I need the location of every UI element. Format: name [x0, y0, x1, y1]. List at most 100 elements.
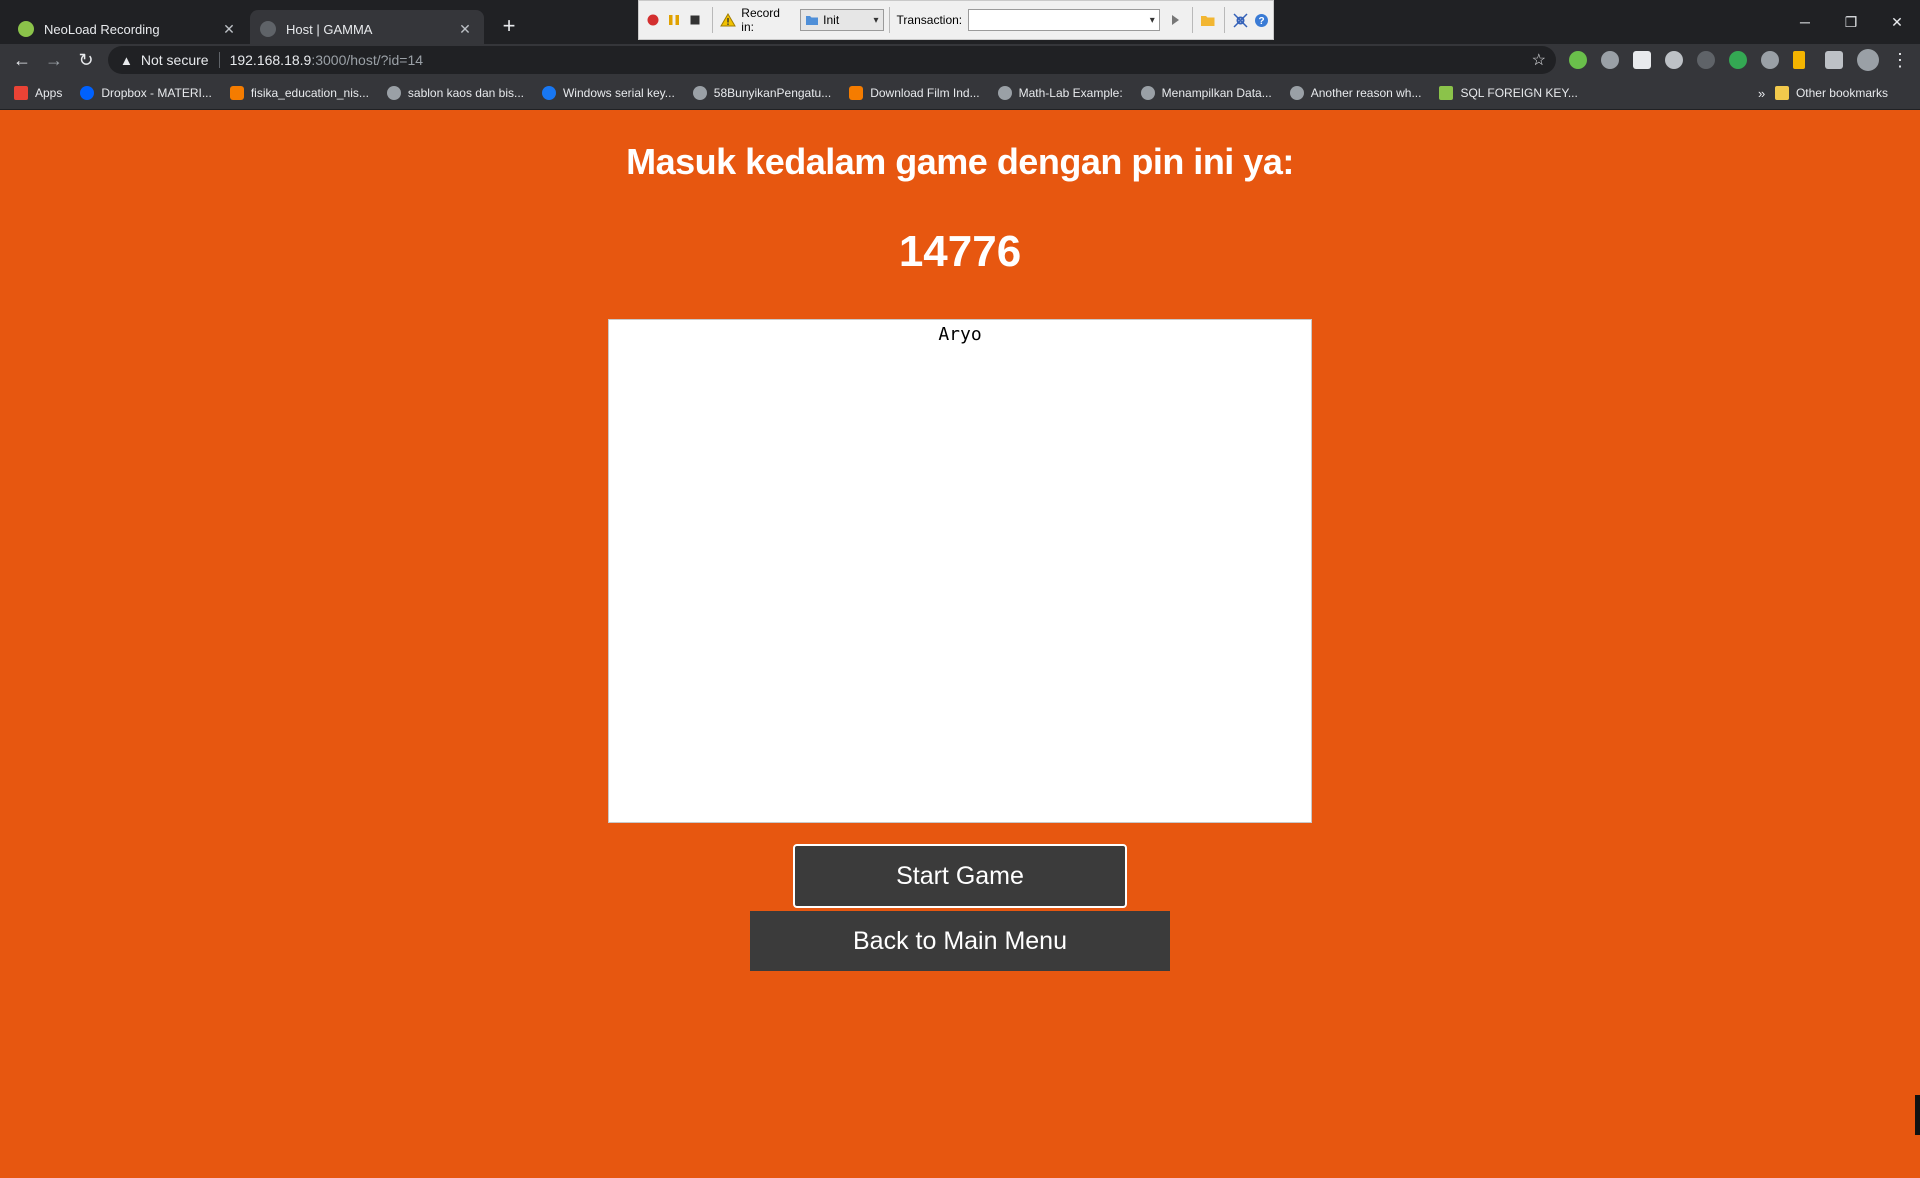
tab-title: Host | GAMMA: [286, 21, 373, 37]
warning-triangle-icon: ▲: [120, 52, 133, 68]
minimize-icon[interactable]: ─: [1782, 0, 1828, 44]
bookmark-item[interactable]: Download Film Ind...: [849, 85, 980, 100]
transaction-label: Transaction:: [896, 13, 963, 27]
help-icon[interactable]: ?: [1252, 9, 1271, 31]
new-tab-button[interactable]: +: [496, 14, 522, 40]
record-in-value: Init: [823, 13, 840, 27]
transaction-select[interactable]: ▾: [968, 9, 1160, 31]
page-title: Masuk kedalam game dengan pin ini ya:: [626, 141, 1294, 182]
url-host: 192.168.18.9: [229, 52, 312, 68]
bookmark-label: Download Film Ind...: [870, 85, 980, 100]
extension-icon[interactable]: [1729, 51, 1747, 69]
bookmark-item[interactable]: Menampilkan Data...: [1140, 85, 1272, 100]
forward-arrow-icon[interactable]: →: [40, 46, 68, 74]
bookmark-label: SQL FOREIGN KEY...: [1460, 85, 1578, 100]
tab-host-gamma[interactable]: Host | GAMMA ✕: [250, 10, 484, 48]
back-to-main-menu-button[interactable]: Back to Main Menu: [750, 911, 1170, 971]
url-path: :3000/host/?id=14: [311, 52, 424, 68]
play-arrow-icon[interactable]: [1166, 9, 1185, 31]
hourglass-icon[interactable]: [1793, 51, 1805, 69]
record-in-label: Record in:: [741, 6, 780, 34]
scrollbar-thumb[interactable]: [1915, 1095, 1920, 1135]
neoload-favicon-icon: [18, 21, 34, 37]
extension-icon[interactable]: [1633, 51, 1651, 69]
bookmark-label: Dropbox - MATERI...: [101, 85, 212, 100]
bookmark-star-icon[interactable]: ☆: [1532, 50, 1546, 70]
player-list: Aryo: [608, 319, 1312, 823]
neoload-recorder-toolbar: Record in: Init ▾ Transaction: ▾ ?: [638, 0, 1274, 40]
globe-icon: [692, 85, 707, 100]
stop-icon[interactable]: [686, 9, 705, 31]
bookmark-item[interactable]: Another reason wh...: [1289, 85, 1422, 100]
browser-toolbar: ← → ↻ ▲ Not secure 192.168.18.9:3000/hos…: [0, 44, 1920, 76]
record-in-select[interactable]: Init ▾: [800, 9, 884, 31]
toolbar-divider: [1192, 7, 1194, 33]
extension-icon[interactable]: [1569, 51, 1587, 69]
game-pin: 14776: [898, 227, 1022, 276]
apps-grid-icon: [14, 85, 28, 100]
bookmark-item[interactable]: SQL FOREIGN KEY...: [1439, 85, 1578, 100]
settings-icon[interactable]: [1230, 9, 1249, 31]
open-folder-icon[interactable]: [1198, 9, 1217, 31]
extension-icon[interactable]: [1697, 51, 1715, 69]
bookmark-item[interactable]: Math-Lab Example:: [997, 85, 1123, 100]
facebook-icon: [541, 85, 556, 100]
window-close-icon[interactable]: ✕: [1874, 0, 1920, 44]
extension-icon[interactable]: [1761, 51, 1779, 69]
security-status[interactable]: Not secure: [141, 52, 209, 68]
bookmark-label: Windows serial key...: [562, 85, 675, 100]
folder-icon: [1774, 86, 1789, 100]
bookmark-item[interactable]: sablon kaos dan bis...: [386, 85, 524, 100]
other-bookmarks[interactable]: Other bookmarks: [1774, 76, 1888, 110]
tab-neoload-recording[interactable]: NeoLoad Recording ✕: [8, 10, 248, 48]
w3schools-icon: [1439, 85, 1454, 100]
dropbox-icon: [80, 85, 95, 100]
tab-title: NeoLoad Recording: [44, 21, 160, 37]
bookmarks-overflow-icon[interactable]: »: [1758, 76, 1765, 110]
chevron-down-icon: ▾: [873, 14, 879, 26]
pause-icon[interactable]: [664, 9, 683, 31]
player-name: Aryo: [938, 324, 982, 345]
bookmark-label: sablon kaos dan bis...: [407, 85, 524, 100]
toolbar-divider: [1224, 7, 1226, 33]
kebab-menu-icon[interactable]: ⋮: [1886, 46, 1914, 74]
start-game-button[interactable]: Start Game: [793, 844, 1127, 908]
game-host-page: Masuk kedalam game dengan pin ini ya: 14…: [0, 111, 1920, 1178]
globe-icon: [997, 85, 1012, 100]
globe-icon: [1289, 85, 1304, 100]
tab-close-icon[interactable]: ✕: [220, 21, 238, 38]
globe-icon: [386, 85, 401, 100]
toolbar-divider: [888, 7, 890, 33]
back-arrow-icon[interactable]: ←: [8, 46, 36, 74]
bookmarks-bar: Apps Dropbox - MATERI... fisika_educatio…: [0, 76, 1920, 110]
bookmark-item[interactable]: 58BunyikanPengatu...: [692, 85, 832, 100]
extension-icon[interactable]: [1665, 51, 1683, 69]
profile-avatar-icon[interactable]: [1857, 49, 1879, 71]
bookmark-label: 58BunyikanPengatu...: [713, 85, 832, 100]
other-bookmarks-label: Other bookmarks: [1795, 86, 1888, 100]
tab-close-icon[interactable]: ✕: [456, 21, 474, 38]
toolbar-divider: [711, 7, 713, 33]
folder-icon: [806, 16, 819, 25]
bookmark-item[interactable]: Windows serial key...: [541, 85, 675, 100]
chevron-down-icon: ▾: [1149, 14, 1155, 26]
warning-icon[interactable]: [718, 9, 737, 31]
bookmark-item[interactable]: Dropbox - MATERI...: [80, 85, 212, 100]
address-divider: [218, 52, 220, 68]
restore-icon[interactable]: ❐: [1828, 0, 1874, 44]
svg-text:?: ?: [1258, 16, 1264, 27]
bookmark-item[interactable]: fisika_education_nis...: [229, 85, 369, 100]
blogger-icon: [849, 85, 864, 100]
puzzle-extensions-icon[interactable]: [1825, 51, 1843, 69]
globe-icon: [1140, 85, 1155, 100]
extension-icon[interactable]: [1601, 51, 1619, 69]
globe-favicon-icon: [260, 21, 276, 37]
bookmark-apps[interactable]: Apps: [14, 85, 63, 100]
bookmark-label: Menampilkan Data...: [1161, 85, 1272, 100]
blogger-icon: [229, 85, 244, 100]
bookmark-label: Apps: [35, 85, 63, 100]
bookmark-label: Another reason wh...: [1310, 85, 1422, 100]
record-icon[interactable]: [643, 9, 662, 31]
reload-icon[interactable]: ↻: [72, 46, 100, 74]
address-bar[interactable]: ▲ Not secure 192.168.18.9:3000/host/?id=…: [108, 46, 1556, 74]
